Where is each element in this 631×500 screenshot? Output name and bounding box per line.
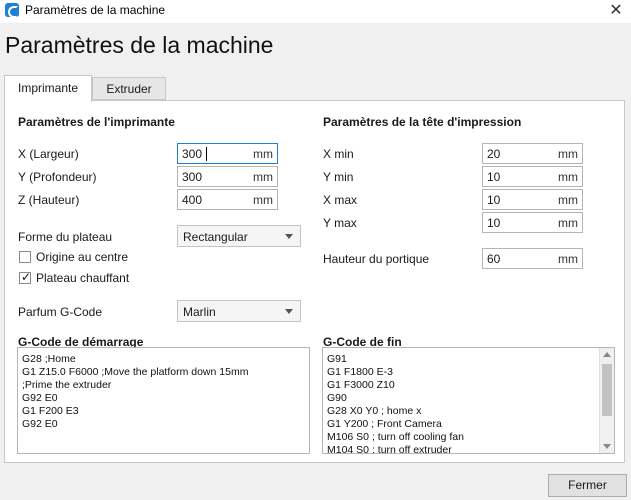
scrollbar-thumb[interactable]: [602, 364, 612, 416]
chevron-down-icon: [285, 309, 293, 314]
y-depth-label: Y (Profondeur): [18, 170, 97, 184]
y-min-value: 10: [487, 170, 501, 184]
bed-shape-value: Rectangular: [183, 230, 248, 244]
heated-bed-checkbox[interactable]: ✓: [19, 270, 32, 284]
gcode-flavor-select[interactable]: Marlin: [177, 300, 301, 322]
end-gcode-textarea[interactable]: G91 G1 F1800 E-3 G1 F3000 Z10 G90 G28 X0…: [322, 347, 615, 454]
tab-extruder[interactable]: Extruder: [92, 77, 166, 100]
x-min-label: X min: [323, 147, 354, 161]
gcode-flavor-label: Parfum G-Code: [18, 305, 103, 319]
y-min-unit: mm: [558, 170, 578, 184]
gantry-height-label: Hauteur du portique: [323, 252, 430, 266]
z-height-field[interactable]: 400 mm: [177, 189, 278, 210]
title-bar: Paramètres de la machine ✕: [0, 0, 631, 23]
code-line: ;Prime the extruder: [22, 379, 112, 391]
y-max-field[interactable]: 10 mm: [482, 212, 583, 233]
window-close-icon[interactable]: ✕: [601, 0, 631, 23]
x-min-field[interactable]: 20 mm: [482, 143, 583, 164]
code-line: M104 S0 ; turn off extruder: [327, 444, 452, 454]
cura-app-icon: [5, 3, 19, 18]
code-line: G90: [327, 392, 347, 404]
y-depth-value: 300: [182, 170, 203, 184]
gantry-height-unit: mm: [558, 252, 578, 266]
x-min-value: 20: [487, 147, 501, 161]
y-min-label: Y min: [323, 170, 354, 184]
x-width-unit: mm: [253, 147, 273, 161]
bed-shape-label: Forme du plateau: [18, 230, 113, 244]
z-height-unit: mm: [253, 193, 273, 207]
y-max-label: Y max: [323, 216, 357, 230]
text-caret: [206, 147, 207, 161]
start-gcode-textarea[interactable]: G28 ;Home G1 Z15.0 F6000 ;Move the platf…: [17, 347, 310, 454]
tab-imprimante[interactable]: Imprimante: [4, 75, 92, 102]
code-line: M106 S0 ; turn off cooling fan: [327, 431, 464, 443]
code-line: G1 Y200 ; Front Camera: [327, 418, 442, 430]
origin-center-label: Origine au centre: [36, 250, 129, 264]
bed-shape-select[interactable]: Rectangular: [177, 225, 301, 247]
window-title: Paramètres de la machine: [25, 3, 166, 17]
close-button[interactable]: Fermer: [548, 474, 627, 497]
gcode-flavor-value: Marlin: [183, 305, 216, 319]
gantry-height-value: 60: [487, 252, 501, 266]
printer-settings-title: Paramètres de l'imprimante: [18, 115, 175, 129]
chevron-down-icon: [285, 234, 293, 239]
y-max-value: 10: [487, 216, 501, 230]
x-width-value: 300: [182, 147, 203, 161]
scroll-up-icon[interactable]: [603, 352, 611, 357]
code-line: G1 Z15.0 F6000 ;Move the platform down 1…: [22, 366, 249, 378]
code-line: G92 E0: [22, 418, 58, 430]
y-depth-unit: mm: [253, 170, 273, 184]
gantry-height-field[interactable]: 60 mm: [482, 248, 583, 269]
scroll-down-icon[interactable]: [603, 444, 611, 449]
x-max-field[interactable]: 10 mm: [482, 189, 583, 210]
x-width-label: X (Largeur): [18, 147, 79, 161]
page-title: Paramètres de la machine: [5, 32, 274, 58]
z-height-label: Z (Hauteur): [18, 193, 80, 207]
x-max-label: X max: [323, 193, 358, 207]
x-width-field[interactable]: 300 mm: [177, 143, 278, 164]
y-min-field[interactable]: 10 mm: [482, 166, 583, 187]
code-line: G92 E0: [22, 392, 58, 404]
code-line: G28 X0 Y0 ; home x: [327, 405, 422, 417]
z-height-value: 400: [182, 193, 203, 207]
x-min-unit: mm: [558, 147, 578, 161]
y-max-unit: mm: [558, 216, 578, 230]
x-max-value: 10: [487, 193, 501, 207]
heated-bed-label: Plateau chauffant: [36, 271, 130, 285]
end-gcode-scrollbar[interactable]: [599, 348, 614, 453]
code-line: G1 F1800 E-3: [327, 366, 393, 378]
origin-center-checkbox[interactable]: [19, 251, 31, 263]
printhead-settings-title: Paramètres de la tête d'impression: [323, 115, 522, 129]
y-depth-field[interactable]: 300 mm: [177, 166, 278, 187]
code-line: G1 F3000 Z10: [327, 379, 395, 391]
check-icon: ✓: [21, 270, 32, 284]
code-line: G91: [327, 353, 347, 365]
x-max-unit: mm: [558, 193, 578, 207]
code-line: G28 ;Home: [22, 353, 76, 365]
code-line: G1 F200 E3: [22, 405, 79, 417]
